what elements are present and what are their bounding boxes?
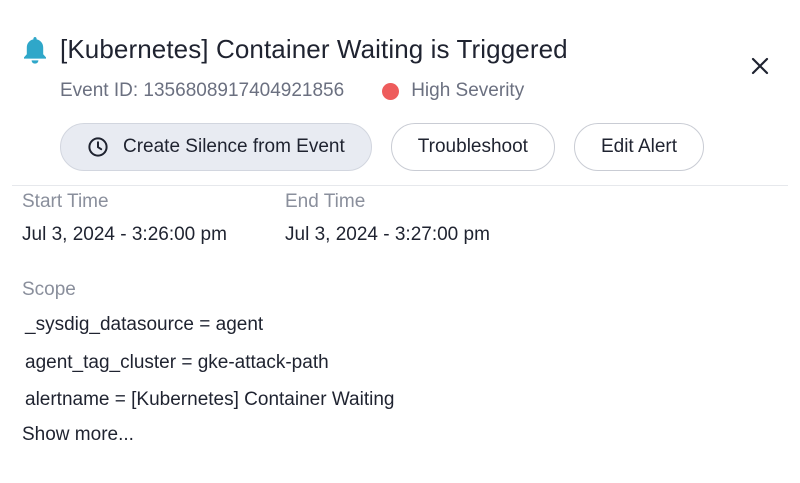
scope-item: alertname = [Kubernetes] Container Waiti…: [25, 389, 395, 410]
start-time-label: Start Time: [22, 191, 109, 212]
clock-icon: [87, 136, 109, 158]
action-bar: Create Silence from Event Troubleshoot E…: [60, 123, 705, 171]
event-title: [Kubernetes] Container Waiting is Trigge…: [60, 34, 568, 64]
end-time-group: End Time Jul 3, 2024 - 3:27:00 pm: [285, 191, 548, 246]
time-range: Start Time Jul 3, 2024 - 3:26:00 pm End …: [22, 191, 548, 246]
event-meta: Event ID: 1356808917404921856 High Sever…: [60, 80, 524, 102]
create-silence-label: Create Silence from Event: [123, 136, 345, 157]
edit-alert-button[interactable]: Edit Alert: [573, 123, 705, 171]
end-time-value: Jul 3, 2024 - 3:27:00 pm: [285, 224, 490, 245]
bell-icon: [22, 35, 48, 65]
severity-dot-icon: [382, 82, 400, 100]
scope-item: _sysdig_datasource = agent: [25, 314, 264, 335]
start-time-value: Jul 3, 2024 - 3:26:00 pm: [22, 224, 227, 245]
show-more-link[interactable]: Show more...: [22, 424, 394, 446]
end-time-label: End Time: [285, 191, 366, 212]
create-silence-button[interactable]: Create Silence from Event: [60, 123, 372, 171]
severity-label: High Severity: [411, 80, 525, 101]
section-divider: [12, 185, 788, 186]
event-header: [Kubernetes] Container Waiting is Trigge…: [22, 34, 568, 65]
event-id: Event ID: 1356808917404921856: [60, 80, 345, 101]
scope-list: _sysdig_datasource = agent agent_tag_clu…: [25, 313, 394, 426]
scope-item: agent_tag_cluster = gke-attack-path: [25, 351, 329, 373]
event-detail-panel: [Kubernetes] Container Waiting is Trigge…: [0, 0, 800, 483]
close-icon[interactable]: [748, 54, 772, 78]
scope-section: Scope _sysdig_datasource = agent agent_t…: [22, 279, 394, 446]
troubleshoot-button[interactable]: Troubleshoot: [390, 123, 555, 171]
start-time-group: Start Time Jul 3, 2024 - 3:26:00 pm: [22, 191, 285, 246]
scope-label: Scope: [22, 279, 76, 300]
